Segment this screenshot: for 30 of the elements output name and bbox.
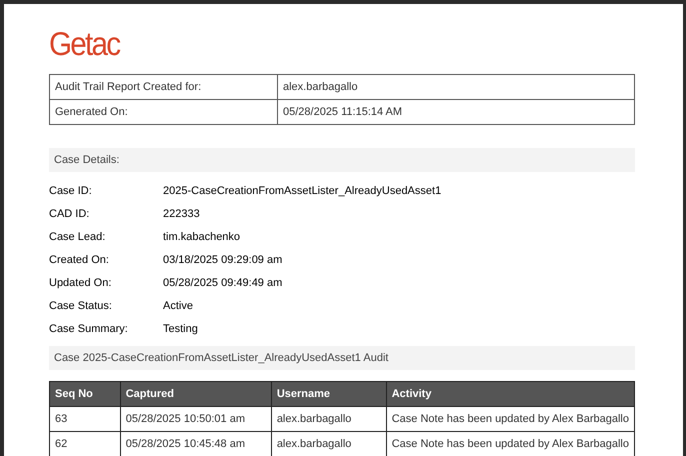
table-cell: Generated On: — [50, 100, 278, 124]
field-value: 2025-CaseCreationFromAssetLister_AlreadyUsedAsset1 — [163, 184, 442, 198]
field-value: tim.kabachenko — [163, 230, 242, 244]
column-header: Captured — [120, 382, 272, 406]
column-header: Activity — [386, 382, 634, 406]
table-cell: alex.barbagallo — [271, 406, 386, 432]
logo: Getac — [49, 25, 120, 63]
field-label: CAD ID: — [49, 206, 90, 222]
field-value: Testing — [163, 322, 199, 336]
section-heading: Case 2025-CaseCreationFromAssetLister_AlreadyUsedAsset1 Audit — [49, 346, 635, 370]
table-cell: 05/28/2025 11:15:14 AM — [278, 100, 634, 124]
field-value: Active — [163, 298, 194, 314]
field-label: Updated On: — [49, 276, 112, 290]
table-cell: Audit Trail Report Created for: — [50, 74, 278, 100]
table-cell: Case Note has been updated by Alex Barbagallo — [386, 406, 634, 432]
column-header: Seq No — [50, 382, 120, 406]
field-value: 03/18/2025 09:29:09 am — [163, 252, 284, 268]
field-value: 222333 — [163, 206, 201, 222]
field-value: 05/28/2025 09:49:49 am — [163, 276, 284, 290]
field-label: Case Status: — [49, 298, 113, 314]
field-label: Case Lead: — [49, 230, 106, 244]
table-cell: 62 — [50, 432, 120, 456]
table-cell: alex.barbagallo — [278, 74, 634, 100]
column-header: Username — [271, 382, 386, 406]
table-cell: 05/28/2025 10:50:01 am — [120, 406, 272, 432]
field-label: Created On: — [49, 252, 110, 268]
table-cell: 63 — [50, 406, 120, 432]
section-heading: Case Details: — [49, 148, 635, 172]
field-label: Case Summary: — [49, 322, 129, 336]
field-label: Case ID: — [49, 184, 93, 198]
